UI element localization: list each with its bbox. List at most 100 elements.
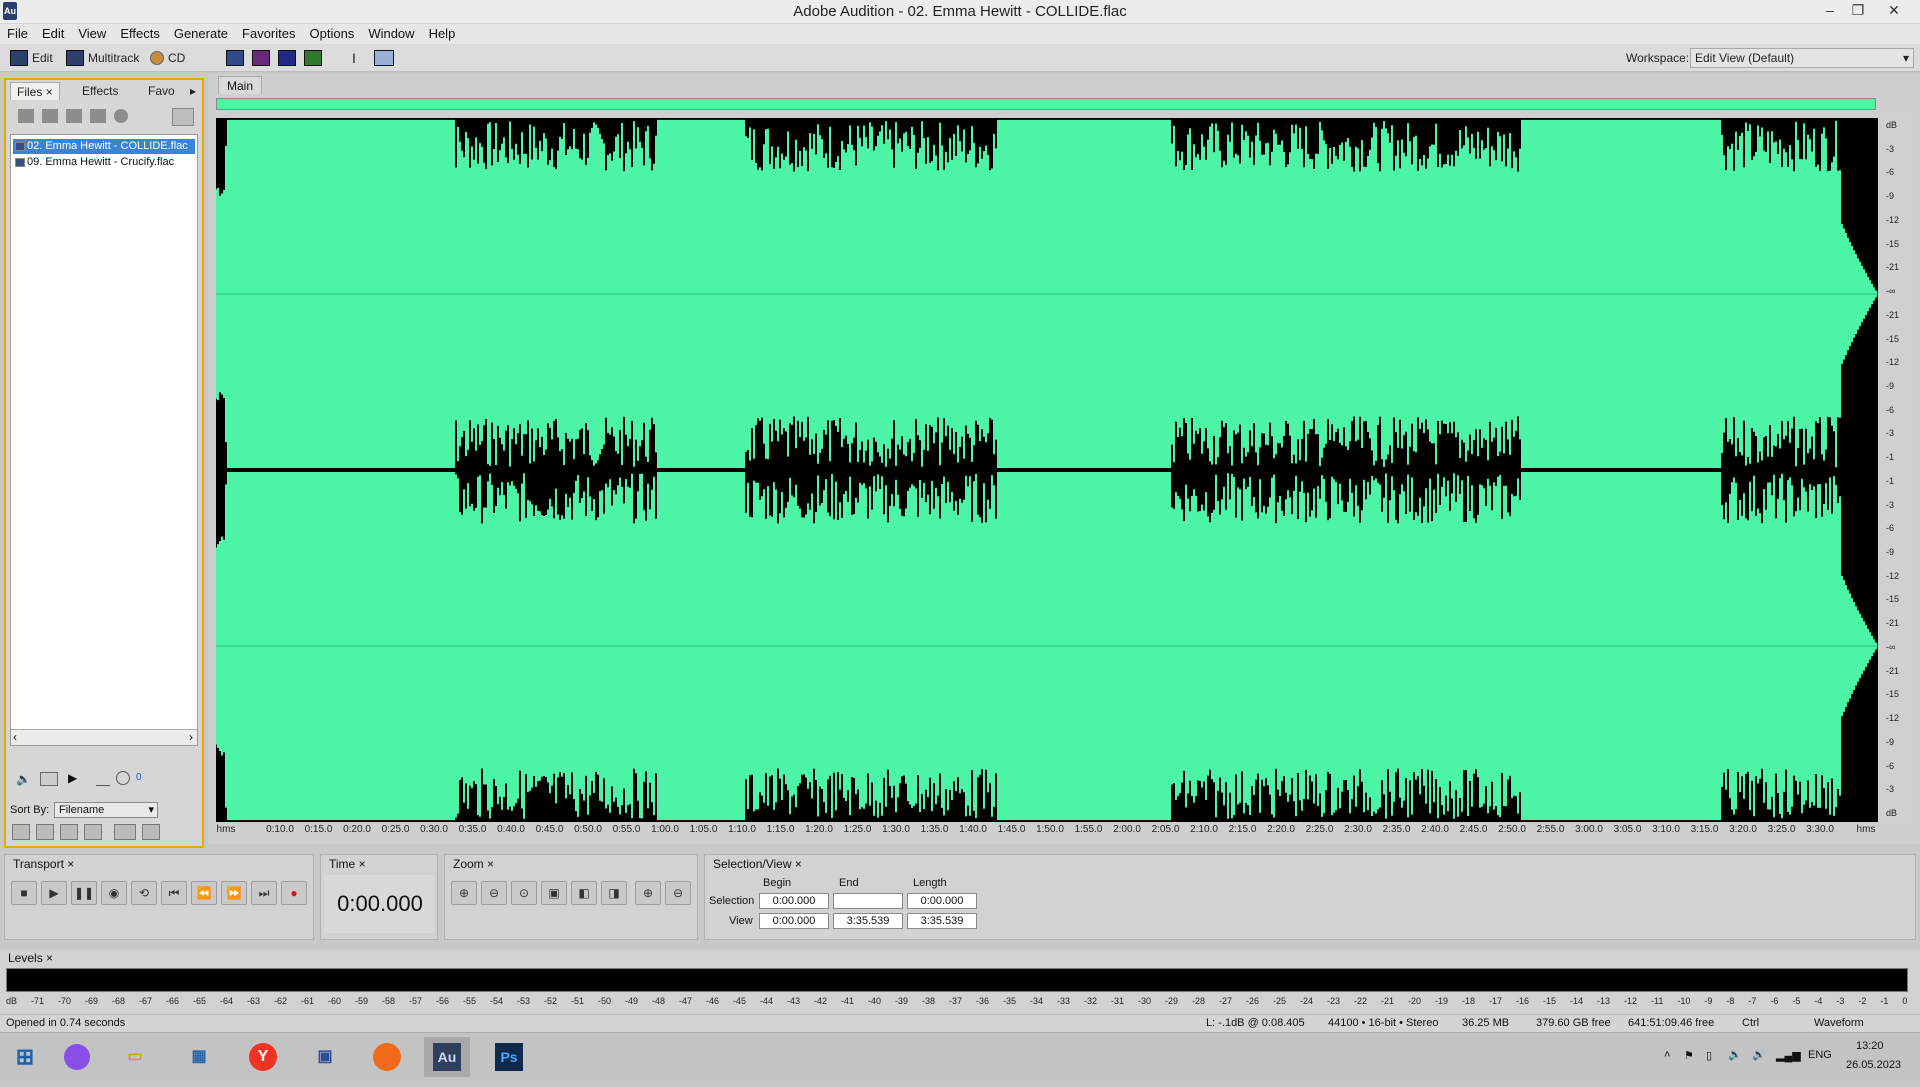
clock-date[interactable]: 26.05.2023 [1846, 1059, 1901, 1071]
menu-edit[interactable]: Edit [35, 24, 71, 44]
loop-play-button[interactable]: ⟲ [131, 881, 157, 905]
control-panel-icon[interactable]: ▦ [176, 1037, 222, 1077]
waveform-canvas[interactable] [216, 118, 1878, 822]
edit-view-button[interactable]: Edit [10, 48, 53, 68]
play-button[interactable]: ▶ [41, 881, 67, 905]
close-icon[interactable]: × [795, 857, 802, 871]
workspace-select[interactable]: Edit View (Default) ▾ [1690, 48, 1914, 68]
close-icon[interactable]: × [46, 85, 53, 99]
pause-button[interactable]: ❚❚ [71, 881, 97, 905]
tab-favorites[interactable]: Favo [142, 82, 181, 100]
list-item[interactable]: 02. Emma Hewitt - COLLIDE.flac [13, 139, 195, 154]
tab-effects[interactable]: Effects [76, 82, 124, 100]
restore-button[interactable]: ❐ [1844, 0, 1872, 22]
language-indicator[interactable]: ENG [1808, 1049, 1832, 1061]
menu-effects[interactable]: Effects [113, 24, 167, 44]
chevron-left-icon[interactable]: ‹ [13, 730, 17, 744]
menu-generate[interactable]: Generate [167, 24, 235, 44]
cd-view-button[interactable]: CD [150, 48, 185, 68]
menu-help[interactable]: Help [422, 24, 463, 44]
spectral-pan-button[interactable] [278, 48, 296, 68]
filter-session-icon[interactable] [60, 824, 78, 840]
filter-video-icon[interactable] [114, 824, 136, 840]
remote-desktop-icon[interactable]: ▣ [302, 1037, 348, 1077]
volume-slider[interactable] [96, 774, 110, 786]
zoom-out-vertical-button[interactable]: ⊖ [665, 881, 691, 905]
clock-time[interactable]: 13:20 [1856, 1040, 1884, 1052]
menu-favorites[interactable]: Favorites [235, 24, 302, 44]
insert-multitrack-icon[interactable] [66, 109, 82, 123]
view-end-field[interactable]: 3:35.539 [833, 913, 903, 929]
view-length-field[interactable]: 3:35.539 [907, 913, 977, 929]
time-selection-tool[interactable]: I [352, 48, 356, 68]
spectral-display-button[interactable] [252, 48, 270, 68]
record-button[interactable]: ● [281, 881, 307, 905]
menu-window[interactable]: Window [361, 24, 421, 44]
zoom-to-left-edge-button[interactable]: ◧ [571, 881, 597, 905]
speaker-muted-icon[interactable]: 🔈 [1728, 1048, 1742, 1061]
photoshop-taskbar-button[interactable]: Ps [486, 1037, 532, 1077]
tab-main[interactable]: Main [218, 76, 263, 94]
rewind-button[interactable]: ⏪ [191, 881, 217, 905]
menu-view[interactable]: View [71, 24, 113, 44]
view-begin-field[interactable]: 0:00.000 [759, 913, 829, 929]
close-icon[interactable]: × [46, 951, 53, 965]
battery-icon[interactable]: ▯ [1706, 1049, 1712, 1062]
close-icon[interactable]: × [487, 857, 494, 871]
network-icon[interactable]: ▂▄▆ [1776, 1049, 1801, 1062]
play-icon[interactable]: ▶ [68, 771, 77, 785]
horizontal-scrollbar[interactable]: ‹ › [11, 729, 197, 745]
start-button[interactable]: ⊞ [2, 1037, 48, 1077]
menu-options[interactable]: Options [303, 24, 362, 44]
flag-icon[interactable]: ⚑ [1684, 1049, 1694, 1062]
yandex-browser-icon[interactable]: Y [240, 1037, 286, 1077]
play-from-cursor-button[interactable]: ◉ [101, 881, 127, 905]
minimize-button[interactable]: – [1816, 0, 1844, 22]
filter-cd-icon[interactable] [142, 824, 160, 840]
volume-knob-icon[interactable] [116, 771, 130, 785]
zoom-to-right-edge-button[interactable]: ◨ [601, 881, 627, 905]
list-item[interactable]: 09. Emma Hewitt - Crucify.flac [13, 155, 195, 170]
filter-midi-icon[interactable] [84, 824, 102, 840]
time-ruler[interactable]: hms 0:10.0 0:15.0 0:20.0 0:25.0 0:30.0 0:35.0 0… [216, 822, 1878, 838]
spectral-phase-button[interactable] [304, 48, 322, 68]
audition-taskbar-button[interactable]: Au [424, 1037, 470, 1077]
alice-assistant-icon[interactable] [54, 1037, 100, 1077]
zoom-in-vertical-button[interactable]: ⊕ [635, 881, 661, 905]
selection-begin-field[interactable]: 0:00.000 [759, 893, 829, 909]
tab-files[interactable]: Files × [10, 82, 60, 100]
selection-end-field[interactable] [833, 893, 903, 909]
zoom-out-full-button[interactable]: ⊙ [511, 881, 537, 905]
panel-options-icon[interactable] [172, 108, 194, 126]
waveform-display[interactable] [216, 118, 1878, 822]
file-explorer-icon[interactable]: ▭ [112, 1037, 158, 1077]
filter-loop-icon[interactable] [36, 824, 54, 840]
volume-icon[interactable]: 🔊 [1752, 1048, 1766, 1061]
zoom-in-horizontal-button[interactable]: ⊕ [451, 881, 477, 905]
overview-navigator[interactable] [216, 98, 1876, 110]
loop-icon[interactable] [40, 772, 58, 786]
close-button[interactable]: ✕ [1880, 0, 1908, 22]
selection-length-field[interactable]: 0:00.000 [907, 893, 977, 909]
close-file-icon[interactable] [42, 109, 58, 123]
fast-forward-button[interactable]: ⏩ [221, 881, 247, 905]
multitrack-view-button[interactable]: Multitrack [66, 48, 139, 68]
chevron-right-icon[interactable]: › [189, 730, 193, 744]
chevron-up-icon[interactable]: ˄ [1664, 1049, 1670, 1061]
filter-waveform-icon[interactable] [12, 824, 30, 840]
hybrid-tool-button[interactable] [374, 48, 394, 68]
insert-cd-icon[interactable] [90, 109, 106, 123]
close-icon[interactable]: × [359, 857, 366, 871]
zoom-out-horizontal-button[interactable]: ⊖ [481, 881, 507, 905]
menu-file[interactable]: File [0, 24, 35, 44]
speaker-icon[interactable]: 🔈 [16, 772, 31, 786]
firefox-icon[interactable] [364, 1037, 410, 1077]
sort-by-select[interactable]: Filename ▾ [54, 802, 158, 818]
panel-menu-icon[interactable]: ▸ [184, 82, 202, 100]
stop-button[interactable]: ■ [11, 881, 37, 905]
go-to-end-button[interactable]: ⏭ [251, 881, 277, 905]
zoom-to-selection-button[interactable]: ▣ [541, 881, 567, 905]
close-icon[interactable]: × [67, 857, 74, 871]
waveform-display-button[interactable] [226, 48, 244, 68]
import-file-icon[interactable] [18, 109, 34, 123]
